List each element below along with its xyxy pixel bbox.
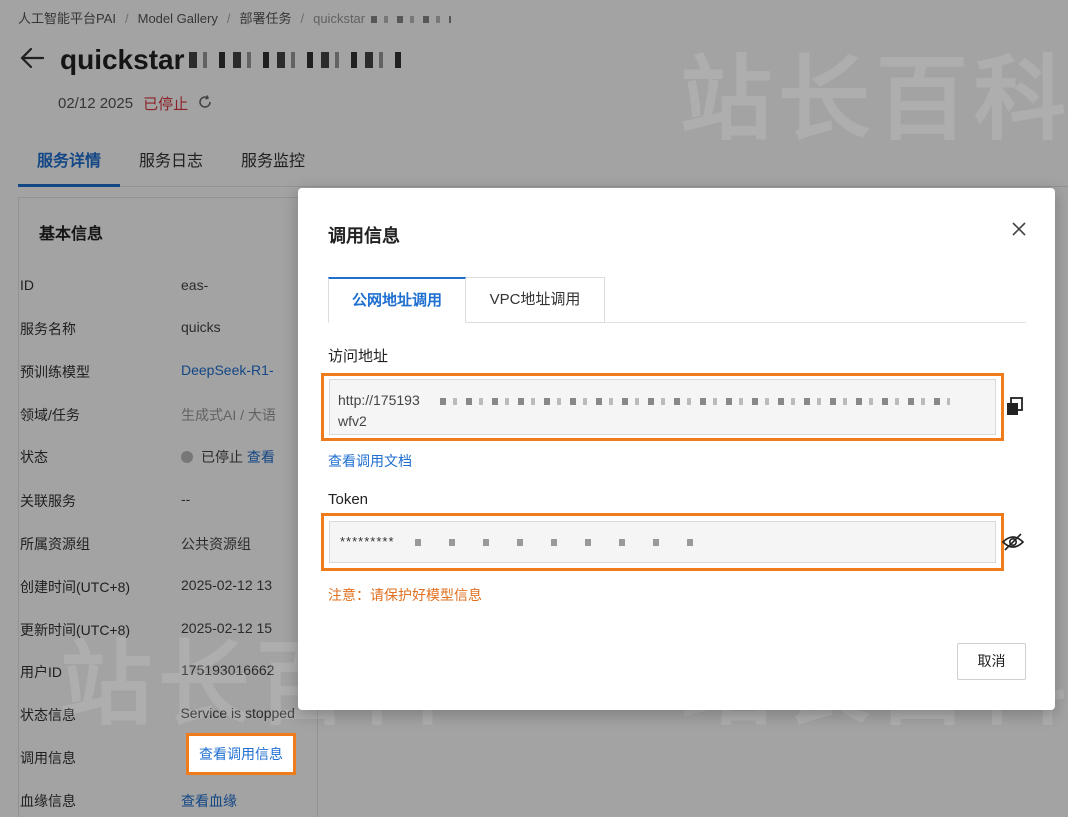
token-label: Token [328, 491, 369, 508]
address-value-line2: wfv2 [338, 413, 367, 429]
modal-title: 调用信息 [328, 226, 400, 246]
tab-vpc-endpoint[interactable]: VPC地址调用 [466, 277, 605, 323]
eye-off-icon[interactable] [1001, 532, 1027, 554]
redacted-text [414, 539, 715, 547]
token-highlight: ********* [321, 513, 1004, 571]
address-label: 访问地址 [328, 348, 389, 365]
view-invoke-info-link[interactable]: 查看调用信息 [186, 733, 296, 775]
notice-text: 注意：请保护好模型信息 [328, 587, 482, 603]
modal-tabs: 公网地址调用 VPC地址调用 [328, 277, 1026, 323]
cancel-button[interactable]: 取消 [957, 643, 1026, 680]
redacted-text [439, 397, 950, 405]
copy-icon[interactable] [1005, 396, 1025, 418]
token-field[interactable]: ********* [329, 521, 996, 563]
address-highlight: http://175193 wfv2 [321, 373, 1004, 441]
address-value: http://175193 [338, 392, 420, 408]
close-icon[interactable] [1011, 218, 1027, 242]
tab-public-endpoint[interactable]: 公网地址调用 [328, 277, 466, 323]
token-value: ********* [340, 534, 395, 549]
address-field[interactable]: http://175193 wfv2 [329, 379, 996, 435]
view-invoke-doc-link[interactable]: 查看调用文档 [328, 451, 412, 471]
invoke-info-modal: 调用信息 公网地址调用 VPC地址调用 访问地址 http://175193 w… [298, 188, 1055, 710]
